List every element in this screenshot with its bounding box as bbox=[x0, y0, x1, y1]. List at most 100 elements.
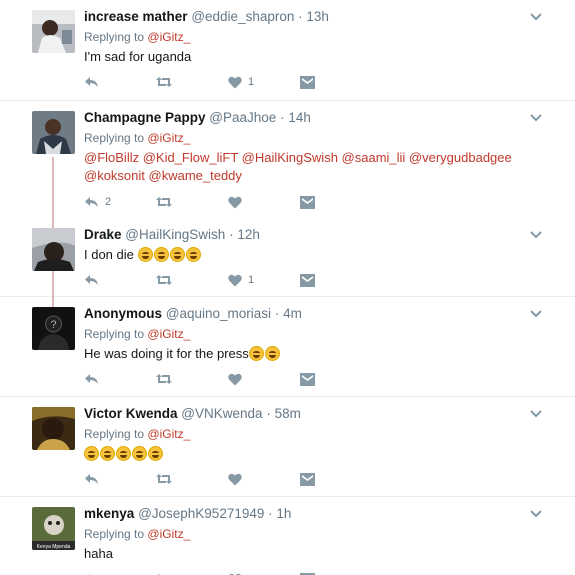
user-handle[interactable]: @eddie_shapron bbox=[191, 9, 294, 24]
like-button[interactable]: 1 bbox=[228, 274, 300, 287]
dm-button[interactable] bbox=[300, 372, 315, 386]
avatar[interactable] bbox=[32, 10, 75, 53]
timestamp[interactable]: 13h bbox=[306, 9, 329, 24]
tweet-actions bbox=[84, 471, 315, 487]
like-count: 1 bbox=[248, 76, 255, 88]
tears-of-joy-emoji bbox=[148, 446, 163, 461]
chevron-down-icon[interactable] bbox=[529, 409, 543, 419]
display-name[interactable]: increase mather bbox=[84, 9, 188, 24]
user-handle[interactable]: @VNKwenda bbox=[181, 406, 262, 421]
reply-icon bbox=[85, 474, 98, 484]
reply-button[interactable]: 2 bbox=[84, 196, 156, 208]
reply-count: 2 bbox=[105, 196, 112, 208]
like-button[interactable] bbox=[228, 473, 300, 486]
tweet[interactable]: Kenya Mpenda mkenya @JosephK95271949 · 1… bbox=[0, 497, 575, 575]
reply-button[interactable] bbox=[84, 473, 156, 485]
user-handle[interactable]: @HailKingSwish bbox=[125, 227, 225, 242]
retweet-icon bbox=[156, 275, 172, 285]
display-name[interactable]: Champagne Pappy bbox=[84, 110, 206, 125]
mentions-line[interactable]: @koksonit @kwame_teddy bbox=[84, 167, 535, 185]
tweet[interactable]: ? Anonymous @aquino_moriasi · 4m Replyin… bbox=[0, 297, 575, 397]
retweet-button[interactable] bbox=[156, 76, 228, 88]
replying-to-label: Replying to bbox=[84, 131, 145, 145]
separator-dot: · bbox=[266, 406, 271, 421]
timestamp[interactable]: 1h bbox=[276, 506, 291, 521]
replying-to-user[interactable]: @iGitz_ bbox=[147, 131, 190, 145]
like-button[interactable] bbox=[228, 373, 300, 386]
avatar[interactable] bbox=[32, 111, 75, 154]
retweet-button[interactable] bbox=[156, 274, 228, 286]
dm-icon bbox=[300, 195, 315, 209]
display-name[interactable]: Victor Kwenda bbox=[84, 406, 178, 421]
timestamp[interactable]: 14h bbox=[288, 110, 311, 125]
like-button[interactable] bbox=[228, 196, 300, 209]
like-icon bbox=[228, 473, 242, 485]
tweet-text: He was doing it for the press bbox=[84, 345, 535, 363]
display-name[interactable]: mkenya bbox=[84, 506, 134, 521]
retweet-icon bbox=[156, 374, 172, 384]
tweet[interactable]: increase mather @eddie_shapron · 13h Rep… bbox=[0, 0, 575, 101]
replying-to-user[interactable]: @iGitz_ bbox=[147, 527, 190, 541]
avatar[interactable]: Kenya Mpenda bbox=[32, 507, 75, 550]
tweet-actions: 1 bbox=[84, 272, 315, 288]
tweet-actions: 1 bbox=[84, 74, 315, 90]
retweet-button[interactable] bbox=[156, 373, 228, 385]
tweet-actions: 2 bbox=[84, 194, 315, 210]
dm-button[interactable] bbox=[300, 273, 315, 287]
like-button[interactable]: 1 bbox=[228, 76, 300, 89]
like-icon bbox=[228, 196, 242, 208]
replying-to-label: Replying to bbox=[84, 427, 145, 441]
replying-to-user[interactable]: @iGitz_ bbox=[147, 427, 190, 441]
retweet-icon bbox=[156, 197, 172, 207]
tears-of-joy-emoji bbox=[248, 346, 264, 361]
reply-button[interactable] bbox=[84, 373, 156, 385]
reply-button[interactable] bbox=[84, 76, 156, 88]
tears-of-joy-emoji bbox=[264, 346, 280, 361]
chevron-down-icon[interactable] bbox=[529, 230, 543, 240]
separator-dot: · bbox=[268, 506, 273, 521]
tweet[interactable]: Victor Kwenda @VNKwenda · 58m Replying t… bbox=[0, 397, 575, 497]
reply-icon bbox=[85, 275, 98, 285]
replying-to-user[interactable]: @iGitz_ bbox=[147, 327, 190, 341]
replying-to: Replying to @iGitz_ bbox=[84, 526, 535, 542]
timestamp[interactable]: 58m bbox=[275, 406, 301, 421]
display-name[interactable]: Drake bbox=[84, 227, 122, 242]
avatar[interactable] bbox=[32, 407, 75, 450]
retweet-button[interactable] bbox=[156, 196, 228, 208]
retweet-button[interactable] bbox=[156, 473, 228, 485]
user-handle[interactable]: @aquino_moriasi bbox=[166, 306, 271, 321]
reply-button[interactable] bbox=[84, 274, 156, 286]
tweet-text: I don die bbox=[84, 246, 535, 264]
chevron-down-icon[interactable] bbox=[529, 509, 543, 519]
timestamp[interactable]: 12h bbox=[237, 227, 260, 242]
avatar[interactable]: ? bbox=[32, 307, 75, 350]
tears-of-joy-emoji bbox=[153, 247, 169, 262]
display-name[interactable]: Anonymous bbox=[84, 306, 162, 321]
chevron-down-icon[interactable] bbox=[529, 113, 543, 123]
chevron-down-icon[interactable] bbox=[529, 309, 543, 319]
user-handle[interactable]: @JosephK95271949 bbox=[138, 506, 264, 521]
dm-button[interactable] bbox=[300, 472, 315, 486]
tweet-text: haha bbox=[84, 546, 113, 561]
dm-button[interactable] bbox=[300, 195, 315, 209]
tears-of-joy-emoji bbox=[137, 247, 153, 262]
tears-of-joy-emoji bbox=[132, 446, 147, 461]
avatar[interactable] bbox=[32, 228, 75, 271]
user-handle[interactable]: @PaaJhoe bbox=[209, 110, 276, 125]
timestamp[interactable]: 4m bbox=[283, 306, 302, 321]
chevron-down-icon[interactable] bbox=[529, 12, 543, 22]
tweet-text-content: He was doing it for the press bbox=[84, 346, 249, 361]
replying-to-label: Replying to bbox=[84, 30, 145, 44]
tears-of-joy-emoji bbox=[116, 446, 131, 461]
tweet-actions bbox=[84, 371, 315, 387]
dm-button[interactable] bbox=[300, 75, 315, 89]
reply-icon bbox=[85, 197, 98, 207]
replying-to-label: Replying to bbox=[84, 527, 145, 541]
tears-of-joy-emoji bbox=[100, 446, 115, 461]
svg-text:?: ? bbox=[50, 319, 56, 331]
like-count: 1 bbox=[248, 274, 255, 286]
mentions-line[interactable]: @FloBillz @Kid_Flow_liFT @HailKingSwish … bbox=[84, 149, 535, 167]
separator-dot: · bbox=[280, 110, 285, 125]
replying-to-user[interactable]: @iGitz_ bbox=[147, 30, 190, 44]
replying-to: Replying to @iGitz_ bbox=[84, 326, 535, 342]
